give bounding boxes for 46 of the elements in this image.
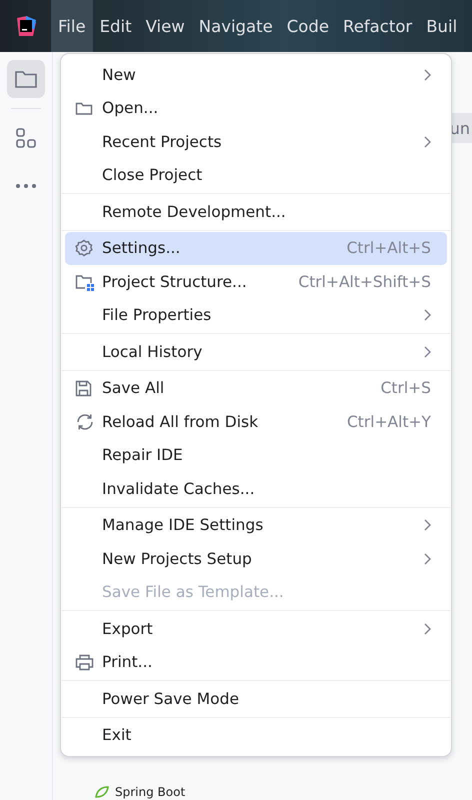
folder-icon <box>75 100 93 116</box>
tree-item-label[interactable]: Spring Boot <box>115 785 186 799</box>
menu-bar-item[interactable]: Code <box>280 0 336 52</box>
folder-grid-icon <box>75 272 95 291</box>
sidebar-button[interactable] <box>7 60 45 98</box>
menu-item[interactable]: Local History <box>65 335 447 368</box>
menu-item[interactable]: Invalidate Caches... <box>65 472 447 506</box>
menu-item[interactable]: Print... <box>65 646 447 679</box>
chevron-right-icon <box>424 309 431 322</box>
menu-item[interactable]: File Properties <box>65 298 447 332</box>
menu-item[interactable]: Exit <box>65 718 447 752</box>
menu-bar-item[interactable]: Edit <box>92 0 139 52</box>
folder-icon <box>14 69 38 89</box>
menu-item[interactable]: New <box>65 58 447 92</box>
printer-icon <box>75 654 94 671</box>
menu-item[interactable]: Settings... Ctrl+Alt+S <box>65 232 447 265</box>
menu-bar-item[interactable]: Refactor <box>336 0 420 52</box>
menu-item[interactable]: Reload All from Disk Ctrl+Alt+Y <box>65 405 447 438</box>
menu-item[interactable]: Open... <box>65 92 447 125</box>
menu-bar-item[interactable]: Buil <box>419 0 464 52</box>
menu-bar-item[interactable]: Navigate <box>192 0 280 52</box>
menu-bar-item[interactable]: View <box>138 0 192 52</box>
chevron-right-icon <box>424 552 431 565</box>
menu-item[interactable]: Recent Projects <box>65 125 447 158</box>
menu-item[interactable]: Repair IDE <box>65 438 447 472</box>
menu-item[interactable]: New Projects Setup <box>65 542 447 576</box>
structure-icon <box>15 127 37 149</box>
reload-icon <box>75 412 95 431</box>
chevron-right-icon <box>424 68 431 81</box>
chevron-right-icon <box>424 136 431 148</box>
leaf-icon <box>95 786 109 798</box>
menu-item[interactable]: Save All Ctrl+S <box>65 372 447 405</box>
menu-item[interactable]: Export <box>65 612 447 646</box>
chevron-right-icon <box>424 346 431 358</box>
chevron-right-icon <box>424 519 431 532</box>
save-icon <box>75 380 92 397</box>
app-logo-icon[interactable] <box>14 14 38 38</box>
menu-item[interactable]: Manage IDE Settings <box>65 508 447 542</box>
menu-item[interactable]: Power Save Mode <box>65 682 447 716</box>
chevron-right-icon <box>424 622 431 635</box>
menu-item[interactable]: Project Structure... Ctrl+Alt+Shift+S <box>65 265 447 298</box>
settings-icon <box>75 239 93 258</box>
menu-item[interactable]: Close Project <box>65 158 447 192</box>
menu-bar-item[interactable]: File <box>51 0 93 52</box>
more-icon <box>15 183 37 189</box>
menu-item[interactable]: Remote Development... <box>65 195 447 228</box>
